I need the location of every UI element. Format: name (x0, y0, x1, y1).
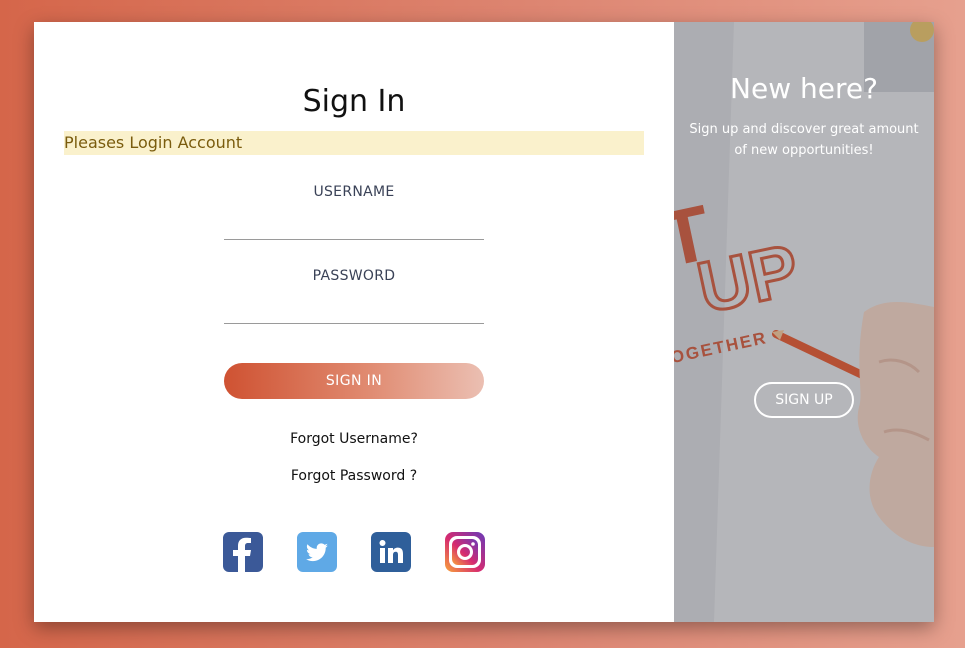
forgot-password-link[interactable]: Forgot Password ? (34, 468, 674, 484)
signup-panel: T UP OGETHER New here? Sign up and disco… (674, 22, 934, 622)
forgot-username-link[interactable]: Forgot Username? (34, 431, 674, 447)
login-card: Sign In Pleases Login Account USERNAME P… (34, 22, 934, 622)
signin-title: Sign In (302, 84, 406, 119)
signup-subtitle: Sign up and discover great amount of new… (689, 122, 919, 158)
signup-content: New here? Sign up and discover great amo… (674, 22, 934, 622)
twitter-icon[interactable] (297, 532, 337, 572)
signin-button[interactable]: SIGN IN (224, 363, 484, 399)
signin-panel: Sign In Pleases Login Account USERNAME P… (34, 22, 674, 622)
signup-title: New here? (730, 72, 878, 105)
username-label: USERNAME (313, 184, 395, 200)
alert-banner: Pleases Login Account (64, 131, 644, 155)
signup-button[interactable]: SIGN UP (754, 382, 854, 418)
facebook-icon[interactable] (223, 532, 263, 572)
username-input[interactable] (224, 213, 484, 240)
instagram-icon[interactable] (445, 532, 485, 572)
password-label: PASSWORD (312, 268, 396, 284)
password-input[interactable] (224, 297, 484, 324)
linkedin-icon[interactable] (371, 532, 411, 572)
